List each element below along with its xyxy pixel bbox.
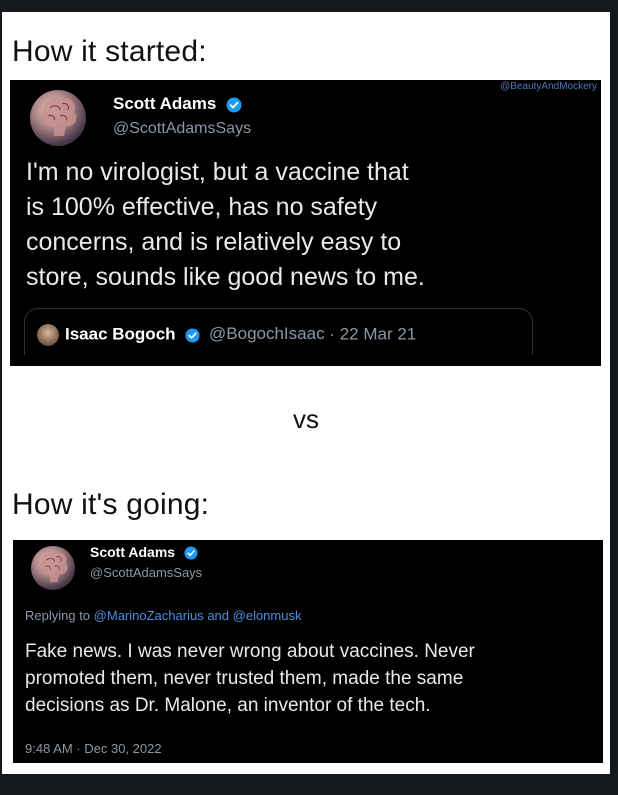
verified-badge-icon (184, 546, 198, 560)
tweet-text: I'm no virologist, but a vaccine that is… (26, 155, 425, 295)
author-name: Scott Adams (113, 94, 242, 114)
brain-avatar-icon (41, 98, 77, 136)
author-handle: @ScottAdamsSays (90, 565, 203, 580)
tweet-screenshot-1: Scott Adams @ScottAdamsSays @BeautyAndMo… (10, 80, 601, 366)
tweet-text-line: concerns, and is relatively easy to (26, 228, 402, 256)
quoted-tweet-header: Isaac Bogoch @BogochIsaac · 22 Mar 21 (37, 324, 416, 346)
reply-mention-link[interactable]: @MarinoZacharius (94, 608, 204, 623)
reply-prefix: Replying to (25, 608, 91, 623)
tweet-text-line: promoted them, never trusted them, made … (25, 668, 464, 689)
tweet-timestamp[interactable]: 9:48 AM · Dec 30, 2022 (25, 741, 162, 756)
quoted-author-handle: @BogochIsaac (209, 324, 325, 344)
tweet-screenshot-2: Scott Adams @ScottAdamsSays Replying to … (13, 540, 603, 763)
tweet-text-line: I'm no virologist, but a vaccine that (26, 158, 409, 186)
reply-context: Replying to @MarinoZacharius and @elonmu… (25, 608, 301, 623)
avatar (30, 90, 86, 146)
verified-badge-icon (226, 97, 242, 113)
quoted-author-name: Isaac Bogoch (65, 324, 176, 344)
watermark: @BeautyAndMockery (500, 81, 597, 92)
reply-and: and (207, 608, 230, 623)
quoted-tweet-card[interactable]: Isaac Bogoch @BogochIsaac · 22 Mar 21 (24, 308, 533, 355)
how-it-started-heading: How it started: (12, 35, 207, 68)
author-name-text: Scott Adams (113, 94, 217, 113)
brain-avatar-icon (40, 552, 68, 583)
author-name-text: Scott Adams (90, 544, 176, 560)
tweet-text-line: store, sounds like good news to me. (26, 263, 425, 291)
quoted-date: 22 Mar 21 (339, 324, 417, 344)
quoted-avatar (37, 324, 59, 346)
vs-separator: vs (293, 404, 319, 434)
reply-mention-link[interactable]: @elonmusk (233, 608, 302, 623)
author-handle: @ScottAdamsSays (113, 120, 252, 137)
meme-image: How it started: Scott Adams @ScottAdamsS… (2, 12, 610, 774)
avatar (31, 546, 75, 590)
quoted-separator: · (329, 324, 335, 344)
tweet-text-line: is 100% effective, has no safety (26, 193, 378, 221)
tweet-text-line: Fake news. I was never wrong about vacci… (25, 641, 475, 662)
tweet-text: Fake news. I was never wrong about vacci… (25, 638, 475, 719)
how-its-going-heading: How it's going: (12, 488, 210, 521)
tweet-text-line: decisions as Dr. Malone, an inventor of … (25, 695, 431, 716)
verified-badge-icon (185, 327, 200, 343)
author-name: Scott Adams (90, 544, 198, 560)
